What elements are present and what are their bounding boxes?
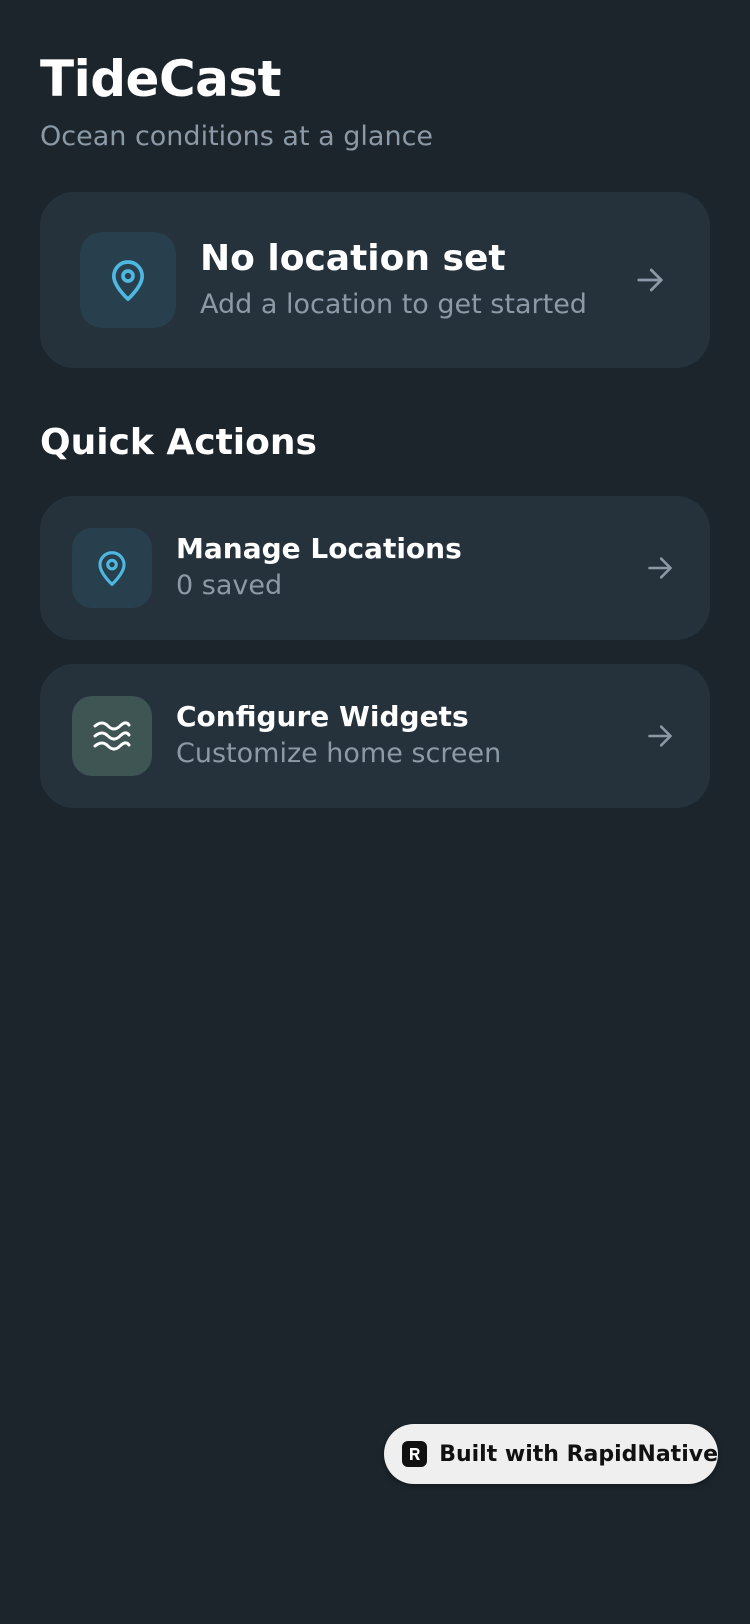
location-card-subtitle: Add a location to get started — [200, 289, 587, 320]
arrow-right-icon — [630, 260, 670, 300]
manage-locations-icon-box — [72, 528, 152, 608]
waves-icon — [93, 721, 131, 751]
configure-widgets-title: Configure Widgets — [176, 700, 469, 733]
location-card-title: No location set — [200, 238, 506, 279]
configure-widgets-icon-box — [72, 696, 152, 776]
app-subtitle: Ocean conditions at a glance — [40, 121, 434, 152]
configure-widgets-button[interactable]: Configure Widgets Customize home screen — [40, 664, 710, 808]
arrow-right-icon — [642, 718, 678, 754]
app-title: TideCast — [40, 50, 282, 108]
location-icon-box — [80, 232, 176, 328]
quick-actions-heading: Quick Actions — [40, 422, 317, 463]
manage-locations-title: Manage Locations — [176, 532, 462, 565]
configure-widgets-subtitle: Customize home screen — [176, 738, 502, 769]
manage-locations-button[interactable]: Manage Locations 0 saved — [40, 496, 710, 640]
built-with-badge[interactable]: Built with RapidNative — [384, 1424, 718, 1484]
manage-locations-subtitle: 0 saved — [176, 570, 283, 601]
map-pin-icon — [98, 551, 126, 586]
arrow-right-icon — [642, 550, 678, 586]
map-pin-icon — [112, 260, 145, 301]
built-with-label: Built with RapidNative — [439, 1441, 718, 1467]
location-card[interactable]: No location set Add a location to get st… — [40, 192, 710, 368]
rapidnative-logo-icon — [402, 1441, 428, 1467]
